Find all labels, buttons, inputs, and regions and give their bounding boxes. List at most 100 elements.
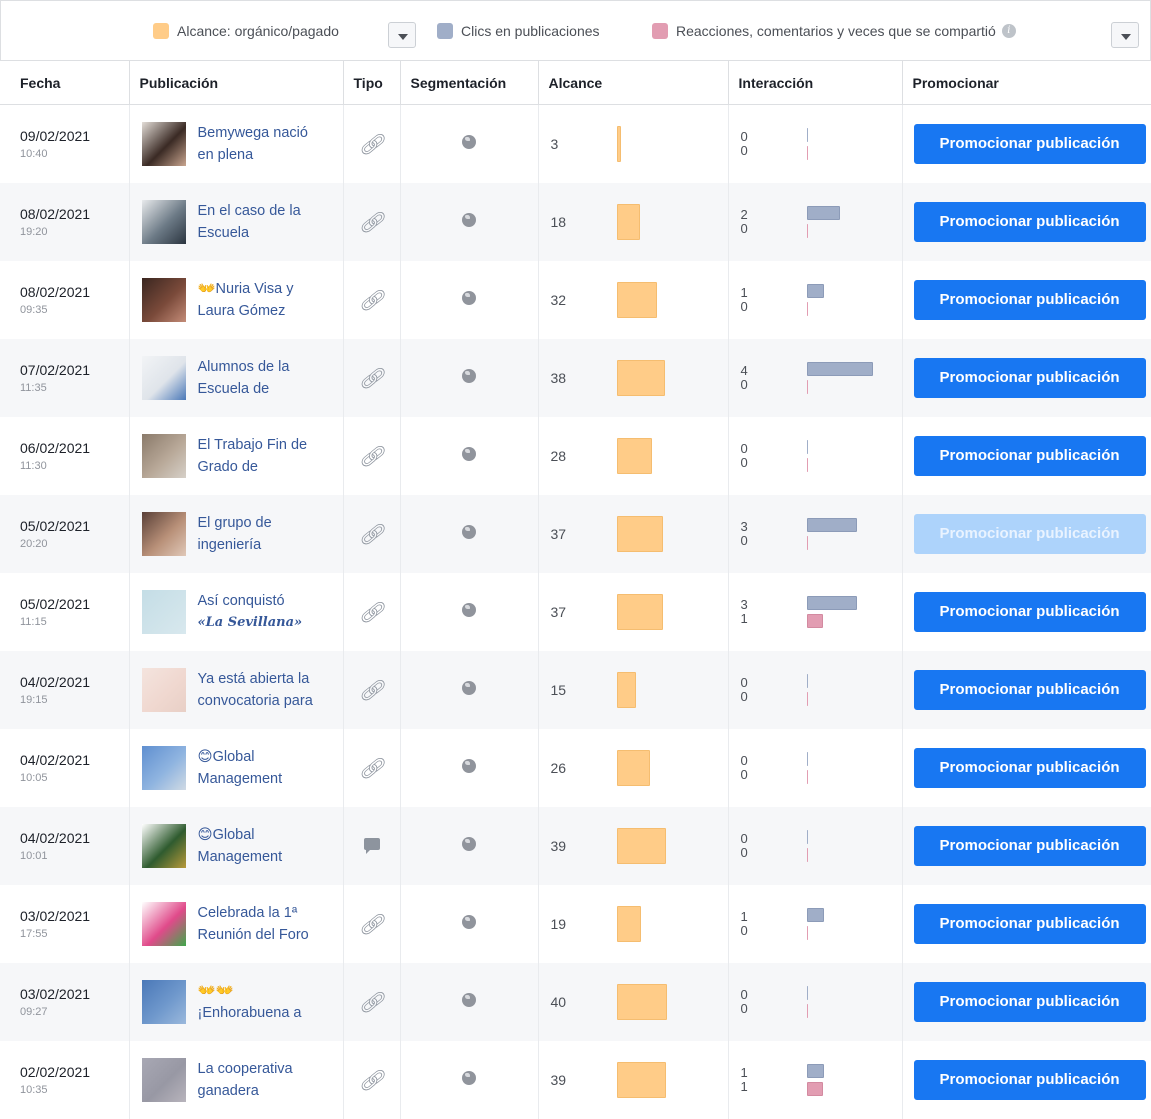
post-title-link[interactable]: 😊Global Management: [198, 824, 328, 868]
post-title-line2[interactable]: «La Sevillana»: [198, 612, 328, 634]
date-cell: 05/02/2021 11:15: [0, 572, 130, 651]
post-title-link[interactable]: El Trabajo Fin de Grado de: [198, 434, 328, 478]
post-title-link[interactable]: 👐👐 ¡Enhorabuena a: [198, 980, 328, 1024]
header-engagement[interactable]: Interacción: [728, 60, 903, 105]
table-row[interactable]: 06/02/2021 11:30 El Trabajo Fin de Grado…: [0, 416, 1151, 495]
post-title-line2[interactable]: Escuela: [198, 222, 328, 244]
post-title-line1[interactable]: El Trabajo Fin de: [198, 434, 328, 456]
clicks-bar: [806, 361, 873, 376]
clicks-bar: [806, 205, 840, 220]
post-title-line2[interactable]: Escuela de: [198, 378, 328, 400]
post-title-line2[interactable]: ingeniería: [198, 534, 328, 556]
table-row[interactable]: 02/02/2021 10:35 La cooperativa ganadera…: [0, 1040, 1151, 1119]
header-type[interactable]: Tipo: [343, 60, 401, 105]
header-reach[interactable]: Alcance: [538, 60, 729, 105]
post-title-link[interactable]: La cooperativa ganadera: [198, 1058, 328, 1102]
post-title-link[interactable]: 😊Global Management: [198, 746, 328, 790]
post-title-link[interactable]: En el caso de la Escuela: [198, 200, 328, 244]
reach-bar: [616, 671, 636, 708]
post-title-line1[interactable]: 😊Global: [198, 824, 328, 846]
post-title-line1[interactable]: Alumnos de la: [198, 356, 328, 378]
post-thumbnail[interactable]: [141, 121, 186, 166]
post-title-line1[interactable]: 😊Global: [198, 746, 328, 768]
targeting-cell: [400, 494, 539, 573]
post-title-line2[interactable]: Laura Gómez: [198, 300, 328, 322]
post-thumbnail[interactable]: [141, 979, 186, 1024]
promote-post-button[interactable]: Promocionar publicación: [913, 123, 1146, 164]
post-title-link[interactable]: 👐Nuria Visa y Laura Gómez: [198, 278, 328, 322]
engagement-cell: 3 1: [728, 572, 903, 651]
promote-post-button[interactable]: Promocionar publicación: [913, 279, 1146, 320]
promote-post-button[interactable]: Promocionar publicación: [913, 903, 1146, 944]
post-thumbnail[interactable]: [141, 745, 186, 790]
post-title-line1[interactable]: En el caso de la: [198, 200, 328, 222]
post-title-line1[interactable]: 👐Nuria Visa y: [198, 278, 328, 300]
table-row[interactable]: 03/02/2021 09:27 👐👐 ¡Enhorabuena a 🔗︎ 40: [0, 962, 1151, 1041]
post-thumbnail[interactable]: [141, 433, 186, 478]
post-thumbnail[interactable]: [141, 199, 186, 244]
table-row[interactable]: 05/02/2021 11:15 Así conquistó «La Sevil…: [0, 572, 1151, 651]
clicks-value: 2: [740, 206, 748, 222]
reach-cell: 15: [538, 650, 729, 729]
post-title-link[interactable]: Celebrada la 1ª Reunión del Foro: [198, 902, 328, 946]
post-title-link[interactable]: Bemywega nació en plena: [198, 122, 328, 166]
promote-post-button[interactable]: Promocionar publicación: [913, 435, 1146, 476]
engagement-cell: 4 0: [728, 338, 903, 417]
post-title-line1[interactable]: Celebrada la 1ª: [198, 902, 328, 924]
reactions-value: 0: [740, 532, 748, 548]
post-thumbnail[interactable]: [141, 667, 186, 712]
post-thumbnail[interactable]: [141, 355, 186, 400]
post-title-link[interactable]: Alumnos de la Escuela de: [198, 356, 328, 400]
promote-post-button[interactable]: Promocionar publicación: [913, 201, 1146, 242]
post-title-line2[interactable]: Management: [198, 846, 328, 868]
table-row[interactable]: 03/02/2021 17:55 Celebrada la 1ª Reunión…: [0, 884, 1151, 963]
post-title-line2[interactable]: en plena: [198, 144, 328, 166]
post-thumbnail[interactable]: [141, 901, 186, 946]
info-icon[interactable]: i: [1001, 24, 1016, 38]
post-title-line1[interactable]: El grupo de: [198, 512, 328, 534]
targeting-cell: [400, 728, 539, 807]
post-title-line2[interactable]: Grado de: [198, 456, 328, 478]
promote-post-button[interactable]: Promocionar publicación: [913, 981, 1146, 1022]
promote-post-button[interactable]: Promocionar publicación: [913, 747, 1146, 788]
table-row[interactable]: 09/02/2021 10:40 Bemywega nació en plena…: [0, 104, 1151, 183]
post-title-line1[interactable]: Ya está abierta la: [198, 668, 328, 690]
promote-post-button[interactable]: Promocionar publicación: [913, 1059, 1146, 1100]
post-title-link[interactable]: El grupo de ingeniería: [198, 512, 328, 556]
reactions-value: 1: [740, 610, 748, 626]
post-title-line2[interactable]: ¡Enhorabuena a: [198, 1002, 328, 1024]
post-title-line1[interactable]: La cooperativa: [198, 1058, 328, 1080]
promote-post-button[interactable]: Promocionar publicación: [913, 513, 1146, 554]
post-title-line1[interactable]: 👐👐: [198, 980, 328, 1002]
post-title-line1[interactable]: Bemywega nació: [198, 122, 328, 144]
post-thumbnail[interactable]: [141, 589, 186, 634]
post-thumbnail[interactable]: [141, 823, 186, 868]
post-title-line2[interactable]: Management: [198, 768, 328, 790]
table-row[interactable]: 04/02/2021 10:05 😊Global Management 🔗︎ 2…: [0, 728, 1151, 807]
reach-cell: 18: [538, 182, 729, 261]
table-row[interactable]: 05/02/2021 20:20 El grupo de ingeniería …: [0, 494, 1151, 573]
post-title-link[interactable]: Ya está abierta la convocatoria para: [198, 668, 328, 712]
table-row[interactable]: 07/02/2021 11:35 Alumnos de la Escuela d…: [0, 338, 1151, 417]
promote-post-button[interactable]: Promocionar publicación: [913, 825, 1146, 866]
post-thumbnail[interactable]: [141, 1057, 186, 1102]
header-post[interactable]: Publicación: [129, 60, 344, 105]
promote-post-button[interactable]: Promocionar publicación: [913, 357, 1146, 398]
post-title-line2[interactable]: ganadera: [198, 1080, 328, 1102]
table-row[interactable]: 04/02/2021 19:15 Ya está abierta la conv…: [0, 650, 1151, 729]
table-row[interactable]: 08/02/2021 19:20 En el caso de la Escuel…: [0, 182, 1151, 261]
post-thumbnail[interactable]: [141, 511, 186, 556]
header-date[interactable]: Fecha: [0, 60, 130, 105]
post-title-line2[interactable]: Reunión del Foro: [198, 924, 328, 946]
promote-post-button[interactable]: Promocionar publicación: [913, 669, 1146, 710]
table-row[interactable]: 04/02/2021 10:01 😊Global Management 39 0…: [0, 806, 1151, 885]
post-title-line2[interactable]: convocatoria para: [198, 690, 328, 712]
post-title-link[interactable]: Así conquistó «La Sevillana»: [198, 590, 328, 634]
post-thumbnail[interactable]: [141, 277, 186, 322]
table-row[interactable]: 08/02/2021 09:35 👐Nuria Visa y Laura Góm…: [0, 260, 1151, 339]
reach-dropdown-button[interactable]: [388, 22, 416, 48]
promote-post-button[interactable]: Promocionar publicación: [913, 591, 1146, 632]
post-title-line1[interactable]: Así conquistó: [198, 590, 328, 612]
reactions-dropdown-button[interactable]: [1111, 22, 1139, 48]
header-targeting[interactable]: Segmentación: [400, 60, 539, 105]
